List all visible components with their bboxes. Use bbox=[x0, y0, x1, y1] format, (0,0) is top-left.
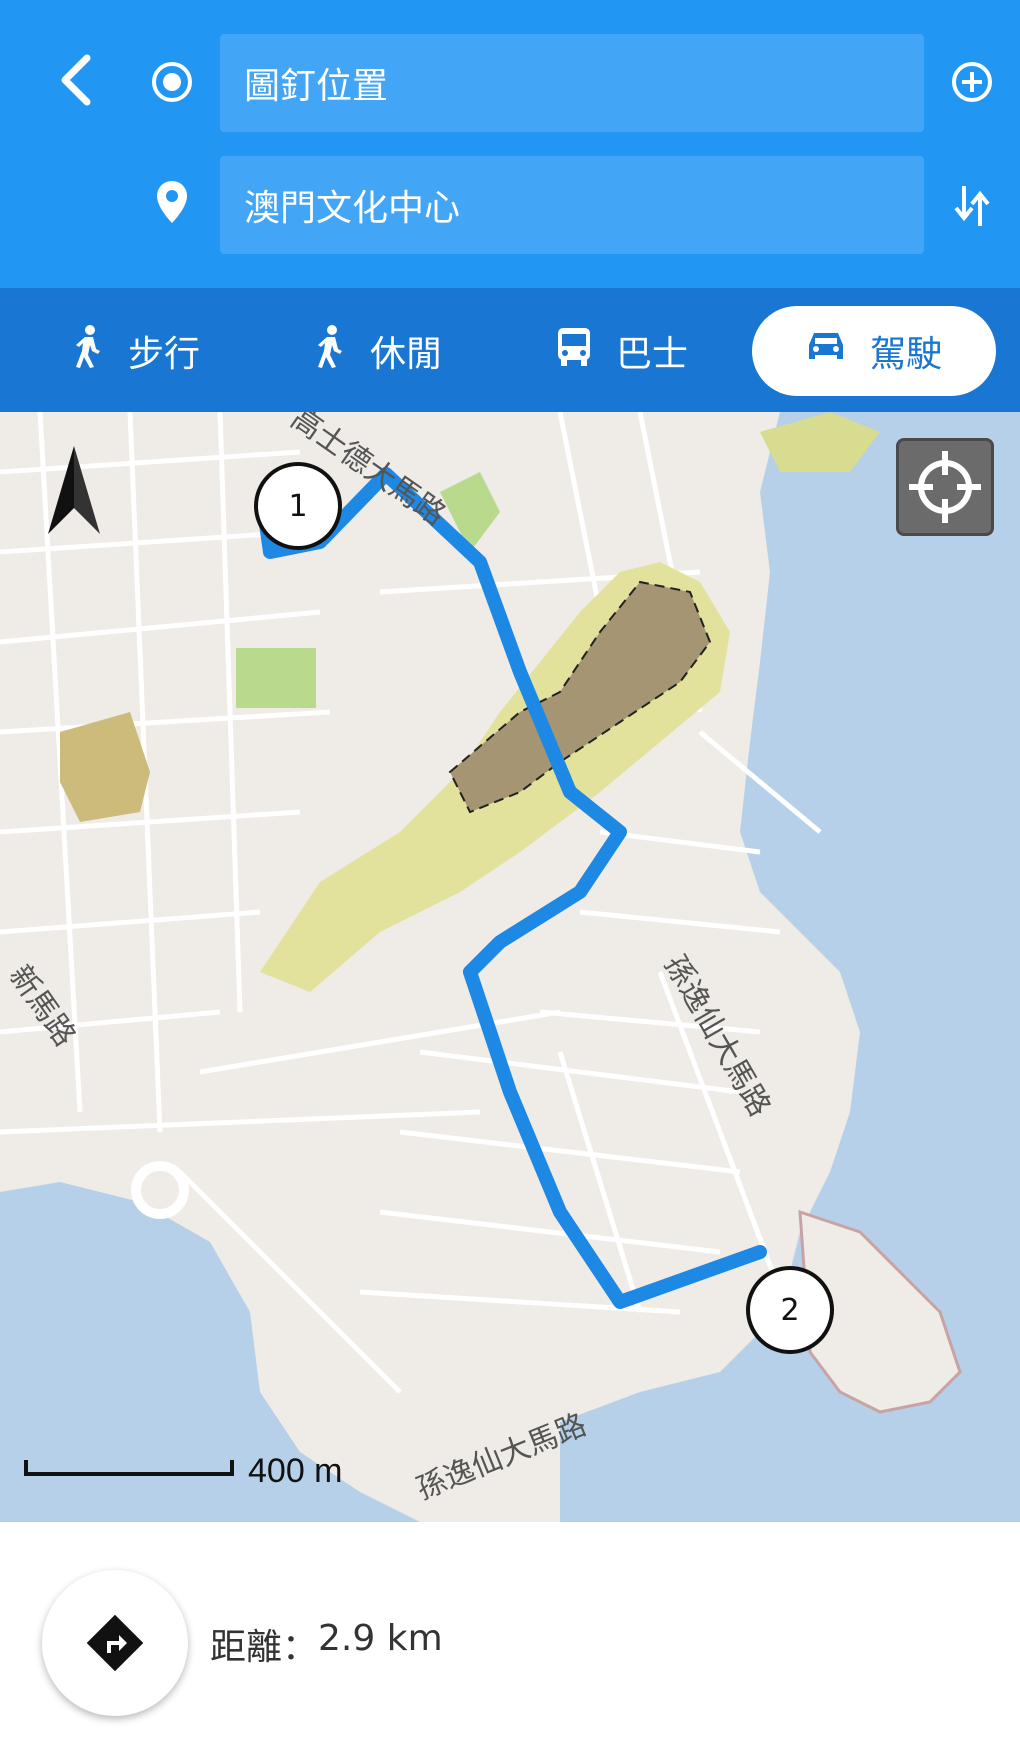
mode-walk-tab[interactable]: 步行 bbox=[72, 306, 200, 396]
back-arrow-icon[interactable] bbox=[40, 40, 110, 120]
map-view[interactable]: 高士德大馬路 孫逸仙大馬路 孫逸仙大馬路 新馬路 1 2 400 m bbox=[0, 412, 1020, 1522]
route-planner-screen: 圖釘位置 澳門文化中心 步行 休閒 巴士 駕駛 高士德大馬路 孫逸仙大馬路 孫逸… bbox=[0, 0, 1020, 1757]
origin-circle-icon bbox=[140, 50, 204, 114]
mode-leisure-tab[interactable]: 休閒 bbox=[314, 306, 442, 396]
scale-label: 400 m bbox=[248, 1452, 343, 1490]
park-area bbox=[236, 648, 316, 708]
crosshair-icon bbox=[909, 451, 981, 523]
sports-ground bbox=[60, 712, 150, 822]
map-scale: 400 m bbox=[24, 1452, 364, 1492]
transport-mode-bar: 步行 休閒 巴士 駕駛 bbox=[0, 288, 1020, 412]
leisure-walk-icon bbox=[314, 324, 346, 378]
bus-icon bbox=[556, 326, 592, 377]
mode-walk-label: 步行 bbox=[128, 334, 201, 375]
mode-bus-label: 巴士 bbox=[616, 334, 689, 375]
mode-drive-tab[interactable]: 駕駛 bbox=[752, 306, 996, 396]
distance-text: 距離： 2.9 km bbox=[210, 1618, 443, 1668]
start-navigation-button[interactable] bbox=[42, 1570, 188, 1716]
route-marker-start[interactable]: 1 bbox=[254, 462, 342, 550]
car-icon bbox=[806, 329, 846, 374]
add-waypoint-icon[interactable] bbox=[940, 50, 1004, 114]
destination-input[interactable]: 澳門文化中心 bbox=[220, 156, 924, 254]
distance-value: 2.9 km bbox=[318, 1618, 443, 1659]
mode-bus-tab[interactable]: 巴士 bbox=[556, 306, 688, 396]
mode-drive-label: 駕駛 bbox=[869, 334, 942, 375]
distance-label: 距離 bbox=[210, 1627, 283, 1668]
walk-icon bbox=[72, 324, 104, 378]
scale-bar bbox=[24, 1460, 234, 1476]
swap-direction-icon[interactable] bbox=[940, 174, 1004, 238]
route-marker-end[interactable]: 2 bbox=[746, 1266, 834, 1354]
destination-pin-icon bbox=[140, 170, 204, 234]
route-header: 圖釘位置 澳門文化中心 bbox=[0, 0, 1020, 288]
directions-icon bbox=[86, 1614, 144, 1672]
locate-me-button[interactable] bbox=[896, 438, 994, 536]
mode-leisure-label: 休閒 bbox=[370, 334, 443, 375]
map-canvas bbox=[0, 412, 1020, 1522]
compass-north-icon[interactable] bbox=[44, 444, 104, 540]
route-summary: 距離： 2.9 km bbox=[0, 1522, 1020, 1757]
origin-input[interactable]: 圖釘位置 bbox=[220, 34, 924, 132]
